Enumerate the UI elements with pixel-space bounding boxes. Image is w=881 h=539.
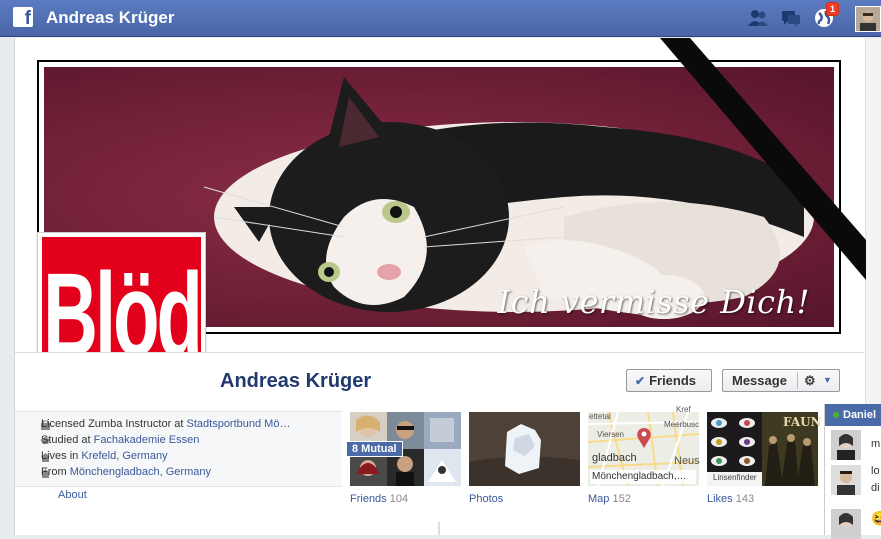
cover-caption: Ich vermisse Dich! [497,283,810,321]
hometown-link[interactable]: Mönchengladbach, Germany [70,466,211,478]
work-link[interactable]: Stadtsportbund Mö… [187,418,291,430]
button-separator [797,372,798,389]
map-label-krefeld: Kref [676,405,691,414]
map-label-gladbach: gladbach [592,452,637,464]
map-label-ettetal: ettetal [589,412,611,421]
map-count: 152 [612,493,631,505]
avatar-photo [856,7,880,31]
online-status-icon [833,412,839,418]
chat-message-snippet: di [871,482,880,494]
gear-icon[interactable]: ⚙ [804,370,816,391]
about-lives-prefix: Lives in [41,450,82,462]
checkmark-icon: ✔ [635,374,646,388]
profile-name[interactable]: Andreas Krüger [220,370,371,393]
likes-count: 143 [735,493,755,505]
chat-header[interactable]: Daniel [825,404,881,426]
map-label-neuss: Neus [674,455,700,467]
chat-contact-name: Daniel [843,409,877,421]
map-place-caption: Mönchengladbach,… [590,470,696,484]
photos-thumbnail [469,412,580,486]
about-education-row: Studied at Fachakademie Essen [41,434,199,446]
chat-emoji-snippet: 😆 [871,510,881,526]
notification-count-badge[interactable]: 1 [826,2,840,16]
top-navigation-bar: f Andreas Krüger 1 [0,0,881,37]
friends-count: 104 [389,493,409,505]
linsenfinder-label: Linsenfinder [713,473,757,482]
map-label-text: Map [588,493,610,505]
friend-requests-icon[interactable] [747,7,769,29]
about-lives-row: Lives in Krefeld, Germany [41,450,168,462]
faun-label: FAUN [783,415,822,429]
chat-avatar [831,465,861,495]
chat-avatar [831,430,861,460]
message-button[interactable]: Message ⚙ ▼ [722,369,840,392]
photos-tile[interactable] [469,412,580,486]
about-hometown-prefix: From [41,466,70,478]
likes-tile-label[interactable]: Likes 143 [707,493,754,505]
about-hometown-row: From Mönchengladbach, Germany [41,466,211,478]
facebook-logo-icon[interactable]: f [13,7,33,27]
chat-message-snippet: lo [871,465,880,477]
photos-tile-label[interactable]: Photos [469,493,503,505]
about-link[interactable]: About [58,489,87,501]
map-label-meerbusch: Meerbusc [664,420,700,429]
about-education-prefix: Studied at [41,434,94,446]
friends-tile-label[interactable]: Friends 104 [350,493,408,505]
about-work-prefix: Licensed Zumba Instructor at [41,418,187,430]
likes-label-text: Likes [707,493,733,505]
education-link[interactable]: Fachakademie Essen [94,434,200,446]
map-tile-label[interactable]: Map 152 [588,493,631,505]
chevron-down-icon[interactable]: ▼ [823,370,832,391]
friends-label-text: Friends [350,493,387,505]
timeline-divider [438,522,440,535]
chat-message-snippet: m [871,438,881,450]
current-city-link[interactable]: Krefeld, Germany [81,450,167,462]
map-label-viersen: Viersen [597,430,624,439]
mutual-friends-badge[interactable]: 8 Mutual [346,441,403,457]
chat-panel[interactable]: Daniel m lo di 😆 [824,404,881,539]
friends-button-label: Friends [649,373,697,388]
about-work-row: Licensed Zumba Instructor at Stadtsportb… [41,418,290,430]
message-button-label: Message [732,373,787,388]
friends-button[interactable]: ✔ Friends [626,369,712,392]
messages-icon[interactable] [780,7,802,29]
top-bar-title[interactable]: Andreas Krüger [46,8,174,28]
user-avatar[interactable] [855,6,881,32]
